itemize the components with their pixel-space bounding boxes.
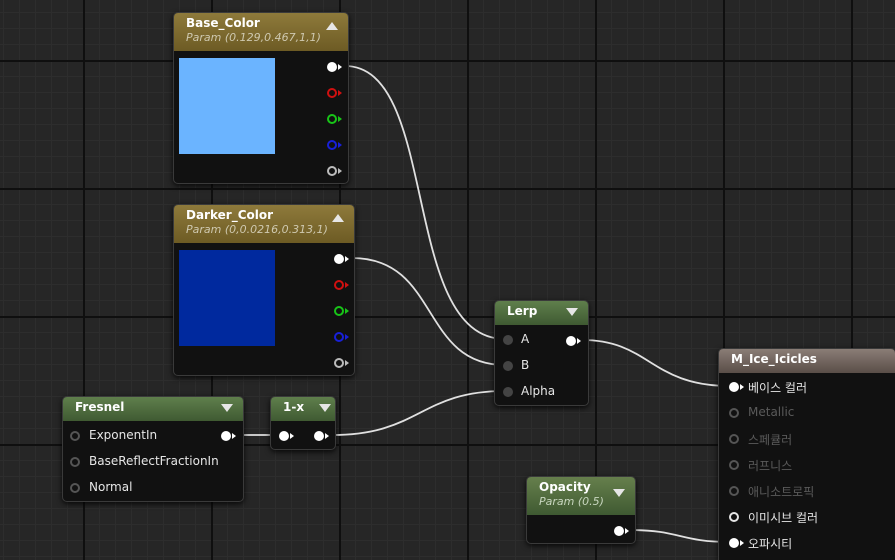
pin-arrow-icon bbox=[345, 256, 349, 262]
lerp-node[interactable]: Lerp A B Alpha bbox=[494, 300, 589, 406]
input-pin-anisotropy[interactable] bbox=[729, 486, 739, 496]
output-pin-a[interactable] bbox=[334, 358, 344, 368]
output-pin-rgb[interactable] bbox=[327, 62, 337, 72]
pin-arrow-icon bbox=[338, 168, 342, 174]
output-pin-r[interactable] bbox=[327, 88, 337, 98]
one-minus-node[interactable]: 1-x bbox=[270, 396, 336, 450]
pin-arrow-icon bbox=[345, 282, 349, 288]
pin-arrow-icon bbox=[338, 64, 342, 70]
input-pin-basereflectfractionin[interactable] bbox=[70, 457, 80, 467]
pin-label-opacity: 오파시티 bbox=[748, 537, 793, 551]
pin-label-exponentin: ExponentIn bbox=[89, 428, 158, 442]
wire-darker-to-lerp-b bbox=[351, 257, 506, 366]
pin-arrow-icon bbox=[625, 528, 629, 534]
pin-label-emissive-color: 이미시브 컬러 bbox=[748, 511, 819, 525]
pin-label-alpha: Alpha bbox=[521, 384, 556, 398]
input-pin-normal[interactable] bbox=[70, 483, 80, 493]
node-title: M_Ice_Icicles bbox=[731, 352, 817, 366]
pin-arrow-icon bbox=[338, 116, 342, 122]
pin-label-b: B bbox=[521, 358, 530, 372]
pin-arrow-icon bbox=[325, 433, 329, 439]
input-pin-opacity[interactable] bbox=[729, 538, 739, 548]
input-pin-a[interactable] bbox=[503, 335, 513, 345]
input-pin-base-color[interactable] bbox=[729, 382, 739, 392]
pin-label-base-color: 베이스 컬러 bbox=[748, 381, 808, 395]
collapse-arrow-icon[interactable] bbox=[319, 404, 331, 412]
darker-color-node-header[interactable]: Darker_Color Param (0,0.0216,0.313,1) bbox=[174, 205, 354, 243]
base-color-node[interactable]: Base_Color Param (0.129,0.467,1,1) bbox=[173, 12, 349, 184]
output-pin-b[interactable] bbox=[334, 332, 344, 342]
lerp-node-header[interactable]: Lerp bbox=[495, 301, 588, 325]
output-pin-g[interactable] bbox=[334, 306, 344, 316]
output-pin-a[interactable] bbox=[327, 166, 337, 176]
collapse-arrow-icon[interactable] bbox=[332, 214, 344, 222]
pin-arrow-icon bbox=[338, 90, 342, 96]
wire-lerp-to-basecolor bbox=[581, 339, 731, 387]
collapse-arrow-icon[interactable] bbox=[326, 22, 338, 30]
pin-label-a: A bbox=[521, 332, 530, 346]
pin-label-basereflectfractionin: BaseReflectFractionIn bbox=[89, 454, 219, 468]
opacity-node[interactable]: Opacity Param (0.5) bbox=[526, 476, 636, 544]
input-pin-emissive-color[interactable] bbox=[729, 512, 739, 522]
color-swatch bbox=[179, 250, 275, 346]
output-pin-rgb[interactable] bbox=[334, 254, 344, 264]
output-pin-b[interactable] bbox=[327, 140, 337, 150]
input-pin-metallic[interactable] bbox=[729, 408, 739, 418]
fresnel-node-header[interactable]: Fresnel bbox=[63, 397, 243, 421]
darker-color-node[interactable]: Darker_Color Param (0,0.0216,0.313,1) bbox=[173, 204, 355, 376]
wire-opacity-to-material bbox=[629, 529, 731, 543]
pin-arrow-icon bbox=[740, 540, 744, 546]
pin-arrow-icon bbox=[740, 384, 744, 390]
pin-arrow-icon bbox=[345, 360, 349, 366]
output-pin[interactable] bbox=[614, 526, 624, 536]
node-title: Base_Color bbox=[186, 16, 260, 30]
pin-label-anisotropy: 애니소트로픽 bbox=[748, 485, 815, 499]
input-pin-b[interactable] bbox=[503, 361, 513, 371]
wire-oneminus-to-lerp-alpha bbox=[331, 390, 506, 436]
input-pin[interactable] bbox=[279, 431, 289, 441]
pin-label-specular: 스페큘러 bbox=[748, 433, 793, 447]
pin-label-normal: Normal bbox=[89, 480, 133, 494]
fresnel-node[interactable]: Fresnel ExponentIn BaseReflectFractionIn… bbox=[62, 396, 244, 502]
collapse-arrow-icon[interactable] bbox=[613, 489, 625, 497]
pin-arrow-icon bbox=[345, 334, 349, 340]
input-pin-alpha[interactable] bbox=[503, 387, 513, 397]
opacity-node-header[interactable]: Opacity Param (0.5) bbox=[527, 477, 635, 515]
input-pin-exponentin[interactable] bbox=[70, 431, 80, 441]
wire-base-to-lerp-a bbox=[344, 65, 506, 340]
pin-arrow-icon bbox=[577, 338, 581, 344]
output-pin-g[interactable] bbox=[327, 114, 337, 124]
pin-arrow-icon bbox=[290, 433, 294, 439]
output-pin[interactable] bbox=[566, 336, 576, 346]
pin-arrow-icon bbox=[345, 308, 349, 314]
color-swatch bbox=[179, 58, 275, 154]
one-minus-node-header[interactable]: 1-x bbox=[271, 397, 335, 421]
pin-label-roughness: 러프니스 bbox=[748, 459, 793, 473]
input-pin-specular[interactable] bbox=[729, 434, 739, 444]
pin-arrow-icon bbox=[232, 433, 236, 439]
node-subtitle: Param (0.129,0.467,1,1) bbox=[186, 31, 321, 44]
material-result-node[interactable]: M_Ice_Icicles 베이스 컬러 Metallic 스페큘러 러프니스 … bbox=[718, 348, 895, 560]
output-pin-r[interactable] bbox=[334, 280, 344, 290]
input-pin-roughness[interactable] bbox=[729, 460, 739, 470]
collapse-arrow-icon[interactable] bbox=[566, 308, 578, 316]
node-title: Darker_Color bbox=[186, 208, 274, 222]
pin-label-metallic: Metallic bbox=[748, 405, 795, 419]
node-subtitle: Param (0,0.0216,0.313,1) bbox=[186, 223, 328, 236]
material-node-header[interactable]: M_Ice_Icicles bbox=[719, 349, 895, 373]
output-pin[interactable] bbox=[221, 431, 231, 441]
base-color-node-header[interactable]: Base_Color Param (0.129,0.467,1,1) bbox=[174, 13, 348, 51]
output-pin[interactable] bbox=[314, 431, 324, 441]
collapse-arrow-icon[interactable] bbox=[221, 404, 233, 412]
pin-arrow-icon bbox=[338, 142, 342, 148]
node-title: Fresnel bbox=[75, 400, 125, 414]
